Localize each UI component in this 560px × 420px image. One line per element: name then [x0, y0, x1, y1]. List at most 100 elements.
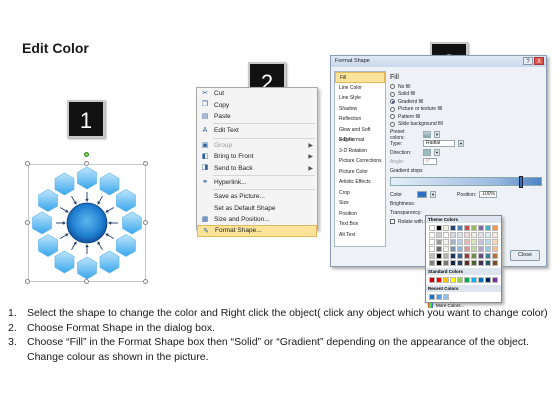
color-swatch[interactable]	[464, 253, 470, 259]
category-item[interactable]: Reflection	[335, 114, 385, 125]
category-item[interactable]: Crop	[335, 188, 385, 199]
color-swatch[interactable]	[464, 239, 470, 245]
category-item[interactable]: Fill	[335, 72, 385, 83]
color-swatch[interactable]	[464, 225, 470, 231]
category-item[interactable]: Alt Text	[335, 230, 385, 241]
color-swatch[interactable]	[464, 246, 470, 252]
color-swatch[interactable]	[485, 277, 491, 283]
color-swatch[interactable]	[436, 246, 442, 252]
color-swatch[interactable]	[492, 232, 498, 238]
color-swatch[interactable]	[492, 277, 498, 283]
color-swatch[interactable]	[464, 277, 470, 283]
menu-item-size-and-position[interactable]: ▦ Size and Position...	[197, 214, 317, 225]
category-item[interactable]: Picture Corrections	[335, 156, 385, 167]
category-item[interactable]: Size	[335, 198, 385, 209]
color-picker-button[interactable]	[417, 191, 427, 198]
color-swatch[interactable]	[429, 253, 435, 259]
color-swatch[interactable]	[443, 239, 449, 245]
color-swatch[interactable]	[471, 225, 477, 231]
color-swatch[interactable]	[485, 239, 491, 245]
color-swatch[interactable]	[450, 246, 456, 252]
color-swatch[interactable]	[478, 232, 484, 238]
color-swatch[interactable]	[492, 253, 498, 259]
color-swatch[interactable]	[464, 232, 470, 238]
color-swatch[interactable]	[443, 232, 449, 238]
fill-option[interactable]: No fill	[390, 83, 544, 91]
angle-field[interactable]: 0°	[423, 158, 437, 165]
category-item[interactable]: Glow and Soft Edges	[335, 125, 385, 144]
hexagon-node[interactable]	[99, 172, 120, 196]
color-swatch[interactable]	[485, 232, 491, 238]
radio-button[interactable]	[390, 114, 395, 120]
category-item[interactable]: Line Style	[335, 93, 385, 104]
color-swatch[interactable]	[485, 253, 491, 259]
chevron-down-icon[interactable]: ▼	[434, 149, 440, 156]
color-swatch[interactable]	[450, 260, 456, 266]
color-swatch[interactable]	[464, 260, 470, 266]
rotation-handle[interactable]	[84, 152, 89, 157]
color-swatch[interactable]	[443, 246, 449, 252]
hexagon-node[interactable]	[54, 250, 75, 274]
color-swatch[interactable]	[429, 232, 435, 238]
menu-item-set-as-default-shape[interactable]: Set as Default Shape	[197, 203, 317, 214]
radio-button[interactable]	[390, 84, 395, 90]
chevron-down-icon[interactable]: ▼	[434, 131, 440, 138]
color-swatch[interactable]	[443, 225, 449, 231]
hexagon-cycle-diagram[interactable]	[28, 164, 146, 282]
chevron-down-icon[interactable]: ▼	[458, 140, 464, 147]
radio-button[interactable]	[390, 106, 395, 112]
color-swatch[interactable]	[450, 232, 456, 238]
color-swatch[interactable]	[485, 246, 491, 252]
color-swatch[interactable]	[457, 225, 463, 231]
fill-option[interactable]: Solid fill	[390, 91, 544, 99]
color-swatch[interactable]	[457, 246, 463, 252]
color-swatch[interactable]	[478, 225, 484, 231]
color-swatch[interactable]	[450, 225, 456, 231]
preset-colors-picker[interactable]	[423, 131, 431, 138]
close-button[interactable]: Close	[510, 250, 540, 261]
menu-item-save-as-picture[interactable]: Save as Picture...	[197, 191, 317, 202]
color-swatch[interactable]	[485, 225, 491, 231]
category-item[interactable]: 3-D Format	[335, 135, 385, 146]
color-swatch[interactable]	[429, 294, 435, 300]
type-select[interactable]: Radial	[423, 140, 455, 147]
fill-option[interactable]: Slide background fill	[390, 121, 544, 129]
rotate-checkbox[interactable]	[390, 219, 395, 224]
fill-option[interactable]: Picture or texture fill	[390, 106, 544, 114]
hexagon-node[interactable]	[77, 166, 97, 190]
hexagon-node[interactable]	[38, 234, 58, 257]
color-swatch[interactable]	[429, 277, 435, 283]
category-item[interactable]: Shadow	[335, 104, 385, 115]
gradient-stops-bar[interactable]	[390, 176, 542, 188]
hexagon-node[interactable]	[32, 211, 52, 235]
close-window-button[interactable]: X	[534, 57, 544, 65]
color-swatch[interactable]	[443, 277, 449, 283]
color-swatch[interactable]	[492, 246, 498, 252]
hexagon-node[interactable]	[116, 189, 136, 212]
color-swatch[interactable]	[457, 232, 463, 238]
color-swatch[interactable]	[471, 232, 477, 238]
menu-item-cut[interactable]: ✂ Cut	[197, 88, 317, 99]
direction-picker[interactable]	[423, 149, 431, 156]
color-swatch[interactable]	[436, 277, 442, 283]
hexagon-node[interactable]	[99, 250, 120, 274]
menu-item-copy[interactable]: ❐ Copy	[197, 99, 317, 110]
color-swatch[interactable]	[457, 277, 463, 283]
color-swatch[interactable]	[492, 239, 498, 245]
color-swatch[interactable]	[471, 260, 477, 266]
hexagon-node[interactable]	[54, 172, 75, 196]
color-swatch[interactable]	[429, 246, 435, 252]
fill-option[interactable]: Pattern fill	[390, 113, 544, 121]
color-swatch[interactable]	[471, 253, 477, 259]
menu-item-format-shape[interactable]: ✎ Format Shape...	[197, 225, 317, 237]
color-swatch[interactable]	[450, 239, 456, 245]
color-swatch[interactable]	[492, 260, 498, 266]
color-swatch[interactable]	[471, 246, 477, 252]
position-field[interactable]: 100%	[479, 191, 498, 198]
color-swatch[interactable]	[429, 260, 435, 266]
category-item[interactable]: 3-D Rotation	[335, 146, 385, 157]
hexagon-node[interactable]	[122, 211, 142, 235]
color-swatch[interactable]	[457, 260, 463, 266]
category-item[interactable]: Picture Color	[335, 167, 385, 178]
color-swatch[interactable]	[436, 232, 442, 238]
